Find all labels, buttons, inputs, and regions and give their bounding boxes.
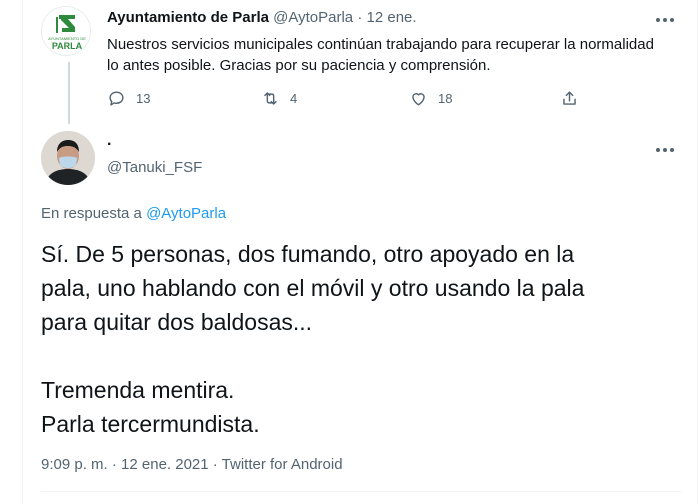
share-button[interactable] <box>560 86 579 110</box>
logo-text: PARLA <box>52 41 83 51</box>
more-options-icon[interactable] <box>655 140 677 154</box>
reply-to-link[interactable]: @AytoParla <box>146 205 226 222</box>
reply-count: 13 <box>136 90 151 106</box>
retweet-count: 4 <box>290 90 298 106</box>
reply-button[interactable]: 13 <box>107 86 150 110</box>
retweet-icon <box>264 91 277 105</box>
like-count: 18 <box>438 90 453 106</box>
tweet-actions: 13 4 18 <box>107 86 627 110</box>
tweet-line: Tremenda mentira. <box>41 377 235 403</box>
reply-context: En respuesta a @AytoParla <box>41 205 226 222</box>
handle[interactable]: @Tanuki_FSF <box>107 159 202 176</box>
avatar[interactable] <box>41 131 95 185</box>
tweet-metadata[interactable]: 9:09 p. m. · 12 ene. 2021 · Twitter for … <box>41 456 343 473</box>
avatar[interactable]: AYUNTAMIENTO DE PARLA <box>41 6 91 56</box>
display-name[interactable]: . <box>107 132 111 150</box>
parla-logo-icon: AYUNTAMIENTO DE PARLA <box>42 7 90 55</box>
tweet-line: para quitar dos baldosas... <box>41 309 313 335</box>
tweet-header: Ayuntamiento de Parla @AytoParla · 12 en… <box>107 9 417 26</box>
timestamp[interactable]: 12 ene. <box>367 9 417 26</box>
like-button[interactable]: 18 <box>409 86 452 110</box>
tweet-line: Parla tercermundista. <box>41 411 260 437</box>
thread-connector <box>68 62 70 124</box>
tweet-line: pala, uno hablando con el móvil y otro u… <box>41 275 585 301</box>
tweet-thread: AYUNTAMIENTO DE PARLA Ayuntamiento de Pa… <box>22 0 698 504</box>
more-options-icon[interactable] <box>655 10 677 24</box>
user-photo-icon <box>41 131 95 185</box>
parent-tweet[interactable]: AYUNTAMIENTO DE PARLA Ayuntamiento de Pa… <box>23 0 699 124</box>
share-icon <box>563 90 576 105</box>
display-name[interactable]: Ayuntamiento de Parla <box>107 9 269 26</box>
divider <box>41 491 681 492</box>
tweet-text: Sí. De 5 personas, dos fumando, otro apo… <box>41 237 681 441</box>
tweet-line-blank <box>41 339 681 373</box>
like-icon <box>412 92 425 106</box>
tweet-text: Nuestros servicios municipales continúan… <box>107 36 654 74</box>
reply-prefix: En respuesta a <box>41 205 142 222</box>
retweet-button[interactable]: 4 <box>261 86 297 110</box>
separator: · <box>357 9 363 26</box>
reply-icon <box>109 90 124 106</box>
handle[interactable]: @AytoParla <box>273 9 353 26</box>
tweet-line: Sí. De 5 personas, dos fumando, otro apo… <box>41 241 575 267</box>
